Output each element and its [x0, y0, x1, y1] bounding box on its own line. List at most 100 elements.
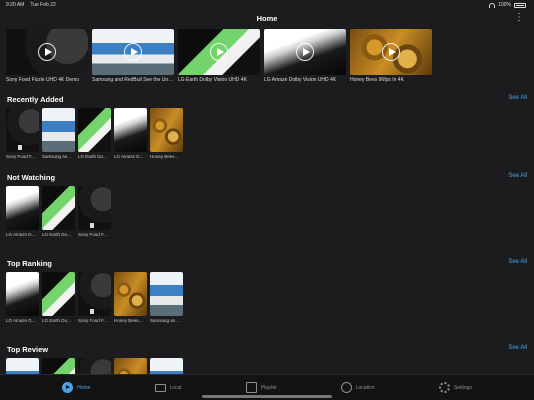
see-all-link[interactable]: See All	[508, 95, 527, 101]
video-thumbnail[interactable]	[42, 108, 75, 152]
featured-title: Sony Food Fizzle UHD 4K Demo	[6, 77, 80, 83]
video-thumbnail[interactable]	[92, 29, 174, 75]
featured-card[interactable]: Sony Food Fizzle UHD 4K Demo	[6, 29, 88, 83]
tab-label: Local	[169, 384, 182, 391]
tab-label: Settings	[453, 384, 472, 391]
video-row: LG Amaze D... LG Earth Do... Sony Food F…	[6, 272, 183, 323]
video-label: LG Amaze D...	[6, 232, 36, 237]
play-icon[interactable]	[382, 43, 400, 61]
tab-label: Playlist	[260, 384, 277, 391]
home-indicator	[202, 395, 332, 398]
video-label: Honey Bees...	[114, 318, 143, 323]
wifi-icon	[489, 2, 496, 8]
video-card[interactable]: Sony Food F...	[78, 272, 111, 323]
featured-carousel[interactable]: Sony Food Fizzle UHD 4K Demo Samsung and…	[6, 29, 432, 83]
video-label: LG Earth Do...	[42, 232, 71, 237]
video-card[interactable]: LG Amaze D...	[6, 186, 39, 237]
battery-icon	[514, 2, 526, 8]
video-row: LG Amaze D... LG Earth Do... Sony Food F…	[6, 186, 111, 237]
tab-playlist[interactable]: Playlist	[245, 382, 277, 393]
globe-icon	[340, 382, 352, 393]
monitor-icon	[154, 383, 166, 392]
section-title: Top Review	[7, 345, 49, 354]
featured-card[interactable]: Samsung and RedBull See the Unexpected	[92, 29, 174, 83]
video-card[interactable]: LG Earth Do...	[78, 108, 111, 159]
document-icon	[90, 223, 94, 228]
video-thumbnail[interactable]	[178, 29, 260, 75]
tab-settings[interactable]: Settings	[438, 382, 472, 393]
tab-local[interactable]: Local	[154, 383, 182, 392]
video-thumbnail[interactable]	[350, 29, 432, 75]
featured-title: Honey Bees 96fps In 4K	[350, 77, 404, 83]
battery-percent: 100%	[498, 2, 511, 8]
video-card[interactable]: Honey Bees...	[114, 272, 147, 323]
video-thumbnail[interactable]	[150, 108, 183, 152]
tab-bar: Home Local Playlist Location Settings	[0, 374, 534, 400]
play-circle-icon	[62, 382, 74, 393]
video-card[interactable]: Samsung an...	[150, 272, 183, 323]
page-title: Home	[256, 14, 278, 23]
playlist-icon	[245, 382, 257, 393]
video-thumbnail[interactable]	[78, 186, 111, 230]
document-icon	[18, 145, 22, 150]
play-icon[interactable]	[38, 43, 56, 61]
video-label: Sony Food F...	[6, 154, 36, 159]
video-card[interactable]: LG Earth Do...	[42, 272, 75, 323]
video-label: Sony Food F...	[78, 232, 108, 237]
status-time: 9:20 AM	[6, 2, 25, 8]
tab-location[interactable]: Location	[340, 382, 375, 393]
featured-title: LG Amaze Dolby Vision UHD 4K	[264, 77, 337, 83]
video-thumbnail[interactable]	[264, 29, 346, 75]
video-card[interactable]: LG Earth Do...	[42, 186, 75, 237]
nav-header: Home ⋮	[0, 10, 534, 28]
video-thumbnail[interactable]	[6, 272, 39, 316]
document-icon	[90, 309, 94, 314]
video-thumbnail[interactable]	[114, 108, 147, 152]
featured-card[interactable]: LG Earth Dolby Vision UHD 4K	[178, 29, 260, 83]
tab-home[interactable]: Home	[62, 382, 90, 393]
play-icon[interactable]	[124, 43, 142, 61]
video-card[interactable]: LG Amaze D...	[6, 272, 39, 323]
video-row: Sony Food F... Samsung an... LG Earth Do…	[6, 108, 183, 159]
video-thumbnail[interactable]	[42, 272, 75, 316]
video-thumbnail[interactable]	[114, 272, 147, 316]
video-card[interactable]: LG Amaze D...	[114, 108, 147, 159]
status-bar: 9:20 AM Tue Feb 22 100%	[0, 0, 534, 10]
more-options-icon[interactable]: ⋮	[514, 13, 524, 23]
featured-card[interactable]: Honey Bees 96fps In 4K	[350, 29, 432, 83]
video-label: Honey Bees...	[150, 154, 179, 159]
section-title: Top Ranking	[7, 259, 52, 268]
video-thumbnail[interactable]	[150, 272, 183, 316]
see-all-link[interactable]: See All	[508, 173, 527, 179]
gear-icon	[438, 382, 450, 393]
see-all-link[interactable]: See All	[508, 259, 527, 265]
video-card[interactable]: Sony Food F...	[78, 186, 111, 237]
video-thumbnail[interactable]	[78, 272, 111, 316]
video-card[interactable]: Sony Food F...	[6, 108, 39, 159]
play-icon[interactable]	[210, 43, 228, 61]
video-thumbnail[interactable]	[6, 186, 39, 230]
video-label: LG Amaze D...	[6, 318, 36, 323]
tab-label: Home	[77, 384, 91, 391]
section-title: Recently Added	[7, 95, 64, 104]
video-label: LG Earth Do...	[78, 154, 107, 159]
video-label: Samsung an...	[42, 154, 72, 159]
video-thumbnail[interactable]	[6, 108, 39, 152]
section-title: Not Watching	[7, 173, 56, 182]
video-thumbnail[interactable]	[6, 29, 88, 75]
video-card[interactable]: Samsung an...	[42, 108, 75, 159]
tab-label: Location	[355, 384, 375, 391]
play-icon[interactable]	[296, 43, 314, 61]
see-all-link[interactable]: See All	[508, 345, 527, 351]
featured-title: LG Earth Dolby Vision UHD 4K	[178, 77, 247, 83]
featured-card[interactable]: LG Amaze Dolby Vision UHD 4K	[264, 29, 346, 83]
featured-title: Samsung and RedBull See the Unexpected	[92, 77, 174, 83]
video-label: Samsung an...	[150, 318, 180, 323]
video-thumbnail[interactable]	[78, 108, 111, 152]
video-label: LG Amaze D...	[114, 154, 144, 159]
video-label: LG Earth Do...	[42, 318, 71, 323]
video-thumbnail[interactable]	[42, 186, 75, 230]
video-card[interactable]: Honey Bees...	[150, 108, 183, 159]
video-label: Sony Food F...	[78, 318, 108, 323]
status-date: Tue Feb 22	[30, 2, 56, 8]
